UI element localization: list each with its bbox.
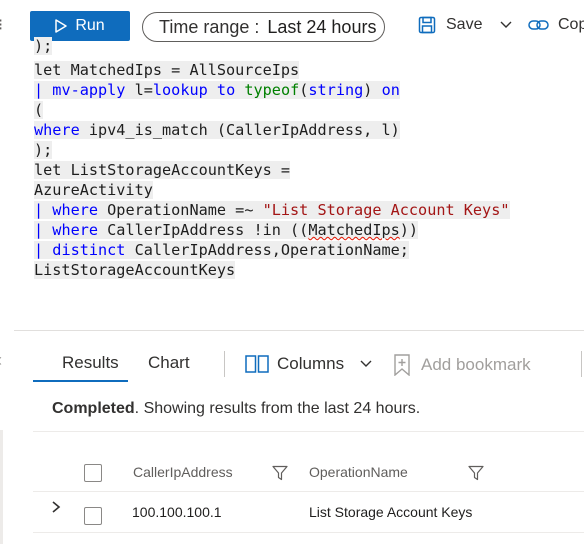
copy-link-button[interactable]: Copy [528,16,584,34]
column-header-calleripaddress[interactable]: CallerIpAddress [133,464,233,480]
left-scroll-edge [0,430,3,544]
expand-row-icon[interactable] [51,500,61,519]
code-line: | distinct CallerIpAddress,OperationName… [34,241,409,259]
chevron-down-icon [500,18,512,32]
active-tab-indicator [33,380,128,382]
time-range-picker[interactable]: Time range : Last 24 hours [142,12,385,42]
toolbar-separator [224,351,225,377]
code-line: let ListStorageAccountKeys = [34,161,291,179]
save-icon [418,16,436,34]
link-icon [528,20,549,30]
editor-divider[interactable] [14,330,584,331]
code-line: ( [34,101,44,119]
code-line: | where OperationName =~ "List Storage A… [34,201,510,219]
toolbar-separator [581,351,582,377]
columns-icon [245,355,269,373]
save-label: Save [446,16,483,33]
select-all-checkbox[interactable] [84,464,102,482]
query-status: Completed. Showing results from the last… [52,400,420,418]
results-tab-bar: Results Chart Columns Add bookmark [33,345,584,382]
columns-label: Columns [277,354,345,373]
copy-label: Copy [558,16,584,33]
play-icon [55,19,68,33]
cell-operationname: List Storage Account Keys [309,504,473,520]
code-line: where ipv4_is_match (CallerIpAddress, l) [34,121,400,139]
chevron-left-icon[interactable]: ‹ [0,350,2,371]
bookmark-icon [394,354,410,376]
code-line: ); [34,37,53,55]
code-line: AzureActivity [34,181,153,199]
cell-calleripaddress: 100.100.100.1 [132,504,222,520]
columns-button[interactable]: Columns [245,354,372,374]
status-bold: Completed [52,400,135,417]
query-editor[interactable]: ); let MatchedIps = AllSourceIps | mv-ap… [14,37,584,330]
code-line: ListStorageAccountKeys [34,261,236,279]
code-line: let MatchedIps = AllSourceIps [34,61,300,79]
status-text: . Showing results from the last 24 hours… [134,400,421,417]
results-grid-header: CallerIpAddress OperationName [33,455,584,492]
save-button[interactable]: Save [418,16,512,34]
run-label: Run [75,17,105,34]
filter-icon[interactable] [468,465,484,481]
chevron-down-icon [360,357,372,371]
query-toolbar: ⁝ Run Time range : Last 24 hours Save Co… [0,0,584,48]
code-line: | mv-apply l=lookup to typeof(string) on [34,81,400,99]
code-line: | where CallerIpAddress !in ((MatchedIps… [34,221,419,239]
status-divider [33,431,584,432]
menu-edge-icon[interactable]: ⁝ [0,15,3,35]
time-range-value: Last 24 hours [267,16,377,37]
table-row[interactable]: 100.100.100.1 List Storage Account Keys [33,492,584,533]
column-header-operationname[interactable]: OperationName [309,464,408,480]
code-line: ); [34,141,53,159]
time-range-label: Time range : [159,16,260,37]
add-bookmark-label: Add bookmark [421,355,531,374]
row-checkbox[interactable] [84,507,102,525]
filter-icon[interactable] [272,465,288,481]
add-bookmark-button[interactable]: Add bookmark [393,354,531,376]
tab-chart[interactable]: Chart [148,353,190,373]
tab-results[interactable]: Results [62,353,119,373]
